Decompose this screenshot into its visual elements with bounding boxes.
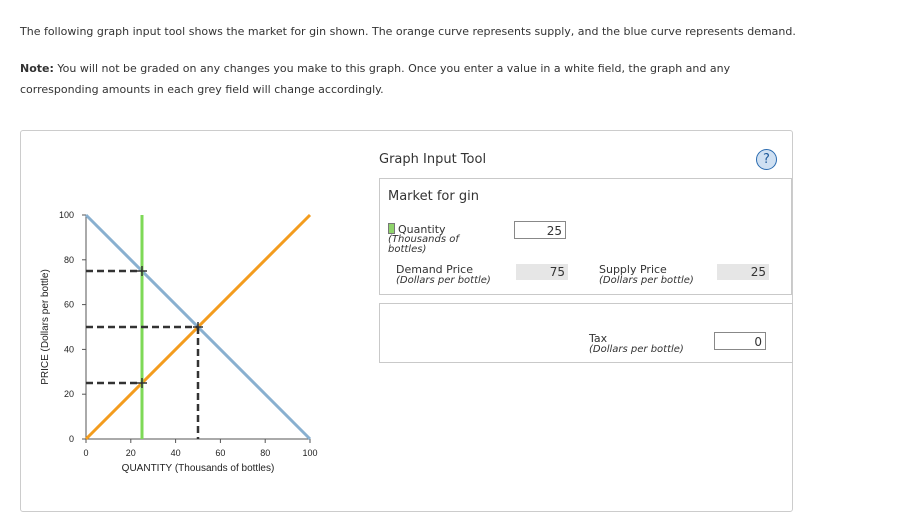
- tax-box: Tax (Dollars per bottle) 0: [379, 303, 793, 363]
- supply-demand-chart[interactable]: 0 20 40 60 80 100 0 20 40 60 80 100 QUANTITY (Thousa…: [21, 131, 361, 511]
- demand-price-unit: (Dollars per bottle): [396, 275, 491, 286]
- note-text: Note: You will not be graded on any chan…: [20, 58, 800, 100]
- graph-panel: 0 20 40 60 80 100 0 20 40 60 80 100 QUANTITY (Thousa…: [20, 130, 793, 512]
- y-tick-label: 0: [69, 434, 74, 444]
- tax-input[interactable]: 0: [714, 332, 766, 350]
- intro-text: The following graph input tool shows the…: [20, 25, 796, 38]
- help-question-icon[interactable]: ?: [756, 149, 777, 170]
- market-box-outer: Market for gin Quantity (Thousands of bo…: [379, 178, 792, 295]
- market-title: Market for gin: [388, 189, 479, 204]
- graph-input-tool-title: Graph Input Tool: [379, 152, 487, 167]
- x-tick-label: 60: [215, 448, 225, 458]
- y-tick-label: 80: [64, 255, 74, 265]
- x-tick-label: 40: [171, 448, 181, 458]
- market-box: Market for gin Quantity (Thousands of bo…: [379, 179, 792, 295]
- quantity-label-group: Quantity (Thousands of bottles): [388, 223, 468, 255]
- demand-price-field: 75: [516, 264, 568, 280]
- x-tick-label: 100: [302, 448, 317, 458]
- supply-price-field: 25: [717, 264, 769, 280]
- supply-price-label-group: Supply Price (Dollars per bottle): [599, 264, 694, 286]
- quantity-swatch-icon: [388, 223, 395, 234]
- x-tick-label: 80: [260, 448, 270, 458]
- demand-price-label-group: Demand Price (Dollars per bottle): [396, 264, 491, 286]
- supply-price-unit: (Dollars per bottle): [599, 275, 694, 286]
- tax-unit: (Dollars per bottle): [589, 344, 684, 355]
- y-tick-label: 100: [59, 210, 74, 220]
- y-tick-label: 60: [64, 300, 74, 310]
- x-tick-label: 20: [126, 448, 136, 458]
- y-axis-label: PRICE (Dollars per bottle): [40, 269, 51, 385]
- quantity-input[interactable]: 25: [514, 221, 566, 239]
- tax-label-group: Tax (Dollars per bottle): [589, 333, 684, 355]
- note-body: You will not be graded on any changes yo…: [20, 62, 731, 96]
- y-tick-label: 40: [64, 344, 74, 354]
- x-axis-label: QUANTITY (Thousands of bottles): [122, 463, 275, 474]
- quantity-unit: (Thousands of bottles): [388, 234, 459, 255]
- y-tick-label: 20: [64, 389, 74, 399]
- x-tick-label: 0: [83, 448, 88, 458]
- note-label: Note:: [20, 62, 54, 75]
